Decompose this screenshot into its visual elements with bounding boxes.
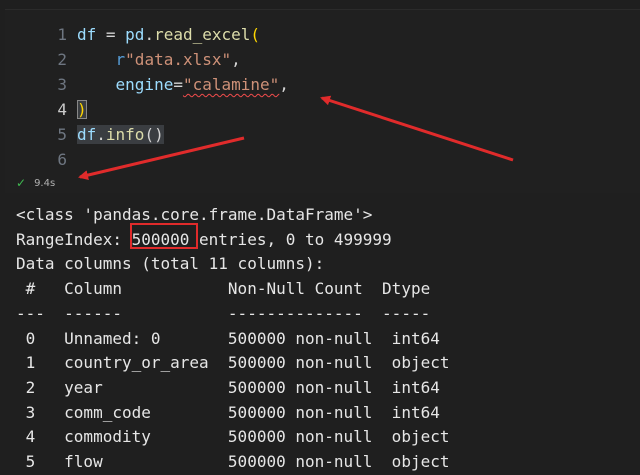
annotation-arrows	[78, 95, 514, 181]
arrow-to-engine	[320, 95, 514, 162]
arrow-to-exec-time	[78, 136, 245, 181]
